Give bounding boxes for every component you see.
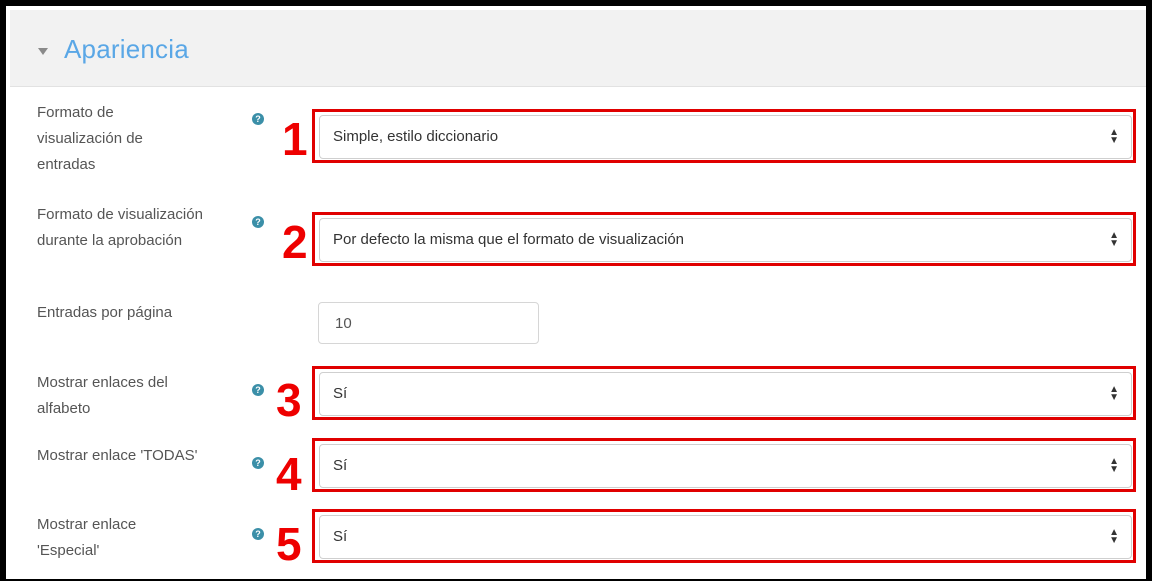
question-circle-icon[interactable]: ? bbox=[252, 457, 264, 469]
sort-arrows-icon: ▲ ▼ bbox=[1109, 127, 1119, 146]
field-label-entradas-por-pagina: Entradas por página bbox=[37, 304, 173, 321]
sort-arrows-icon: ▲ ▼ bbox=[1109, 230, 1119, 249]
callout-number-5: 5 bbox=[276, 518, 302, 570]
question-circle-icon[interactable]: ? bbox=[252, 384, 264, 396]
sort-arrows-icon: ▲ ▼ bbox=[1109, 384, 1119, 403]
select-formato-entradas[interactable]: Simple, estilo diccionario ▲ ▼ bbox=[319, 115, 1132, 159]
select-value: Simple, estilo diccionario bbox=[333, 128, 499, 145]
field-label-enlace-todas: Mostrar enlace 'TODAS' bbox=[37, 447, 198, 464]
select-value: Sí bbox=[333, 457, 348, 474]
select-value: Por defecto la misma que el formato de v… bbox=[333, 231, 685, 248]
question-circle-icon[interactable]: ? bbox=[252, 528, 264, 540]
select-enlaces-alfabeto[interactable]: Sí ▲ ▼ bbox=[319, 372, 1132, 416]
select-value: Sí bbox=[333, 528, 348, 545]
field-label-enlace-especial: Mostrar enlace 'Especial' bbox=[37, 516, 137, 559]
input-value: 10 bbox=[335, 315, 352, 332]
select-enlace-especial[interactable]: Sí ▲ ▼ bbox=[319, 515, 1132, 559]
callout-number-4: 4 bbox=[276, 448, 302, 500]
select-enlace-todas[interactable]: Sí ▲ ▼ bbox=[319, 444, 1132, 488]
entradas-por-pagina-input[interactable]: 10 bbox=[318, 302, 539, 344]
field-label-enlaces-alfabeto: Mostrar enlaces del alfabeto bbox=[37, 374, 168, 417]
settings-panel bbox=[6, 6, 1146, 579]
select-formato-aprobacion[interactable]: Por defecto la misma que el formato de v… bbox=[319, 218, 1132, 262]
sort-arrows-icon: ▲ ▼ bbox=[1109, 456, 1119, 475]
section-header-apariencia[interactable]: Apariencia bbox=[10, 10, 1146, 87]
question-circle-icon[interactable]: ? bbox=[252, 216, 264, 228]
callout-number-1: 1 bbox=[282, 113, 308, 165]
caret-down-icon[interactable] bbox=[38, 48, 48, 55]
select-value: Sí bbox=[333, 385, 348, 402]
field-label-formato-aprobacion: Formato de visualización durante la apro… bbox=[37, 206, 203, 249]
callout-number-3: 3 bbox=[276, 374, 302, 426]
sort-arrows-icon: ▲ ▼ bbox=[1109, 527, 1119, 546]
question-circle-icon[interactable]: ? bbox=[252, 113, 264, 125]
section-title[interactable]: Apariencia bbox=[64, 34, 189, 65]
callout-number-2: 2 bbox=[282, 216, 308, 268]
field-label-formato-entradas: Formato de visualización de entradas bbox=[37, 104, 143, 173]
